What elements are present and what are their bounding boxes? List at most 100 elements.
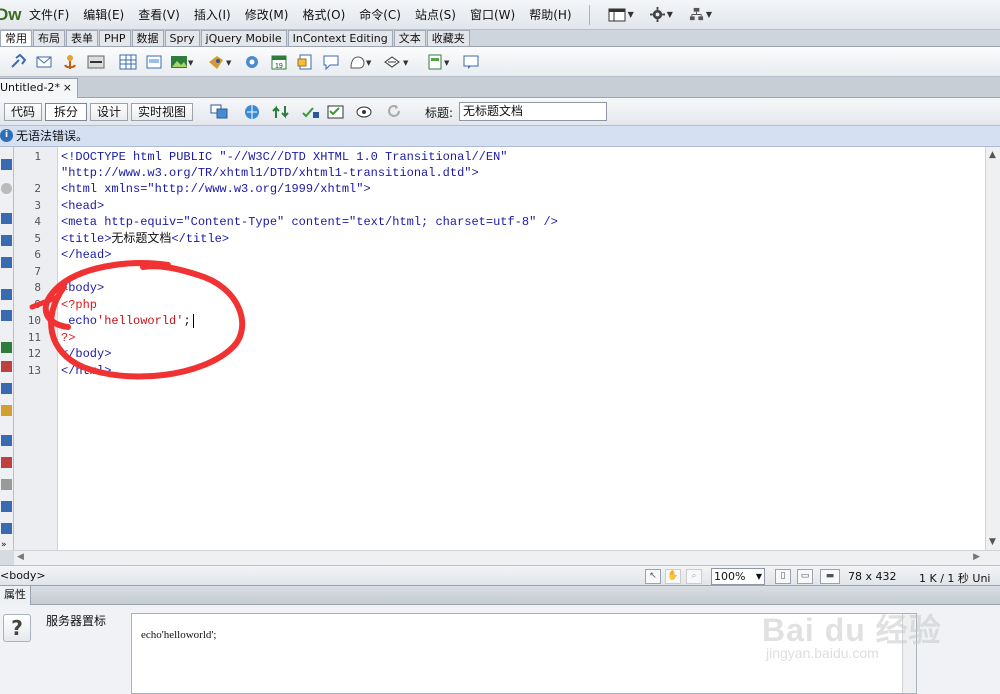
menu-insert[interactable]: 插入(I) <box>187 0 238 30</box>
code-editor[interactable]: <!DOCTYPE html PUBLIC "-//W3C//DTD XHTML… <box>29 147 985 550</box>
code-line-1-cont: "http://www.w3.org/TR/xhtml1/DTD/xhtml1-… <box>61 166 479 180</box>
tab-layout[interactable]: 布局 <box>33 30 65 46</box>
script-dropdown-icon[interactable]: ▼ <box>403 59 408 67</box>
menu-file[interactable]: 文件(F) <box>22 0 76 30</box>
scroll-right-icon[interactable]: ▶ <box>973 552 980 562</box>
document-tab[interactable]: Untitled-2* × <box>0 78 78 98</box>
title-label: 标题: <box>425 106 454 120</box>
line-number: 1 <box>34 150 41 163</box>
desktop-size-icon[interactable]: ▬ <box>820 569 840 584</box>
code-line-4: <meta http-equiv="Content-Type" content=… <box>61 215 558 229</box>
insert-bar-icons: ▼ ▼ 19 ▼ ▼ ▼ <box>0 47 1000 77</box>
wrap-tag-icon[interactable] <box>1 479 12 490</box>
scroll-left-icon[interactable]: ◀ <box>17 552 24 562</box>
server-markup-code: echo'helloworld'; <box>141 629 217 641</box>
apply-comment-icon[interactable] <box>1 435 12 446</box>
tab-spry[interactable]: Spry <box>164 30 200 46</box>
tab-php[interactable]: PHP <box>99 30 131 46</box>
syntax-coloring-icon[interactable] <box>1 405 12 416</box>
menu-divider <box>588 4 590 25</box>
document-tab-bar: Untitled-2* × <box>0 77 1000 98</box>
menu-edit[interactable]: 编辑(E) <box>76 0 131 30</box>
multiscreen-icon[interactable] <box>210 104 228 120</box>
server-side-include-icon[interactable] <box>296 53 314 71</box>
menu-view[interactable]: 查看(V) <box>131 0 187 30</box>
email-link-icon[interactable] <box>35 53 53 71</box>
images-icon[interactable] <box>170 53 188 71</box>
red-circle-annotation <box>29 260 246 380</box>
tag-selector[interactable]: <body> <box>0 569 46 582</box>
scroll-down-icon[interactable]: ▼ <box>989 537 996 547</box>
phone-size-icon[interactable]: ▯ <box>775 569 791 584</box>
w3c-validation-icon[interactable] <box>301 104 319 120</box>
tablet-size-icon[interactable]: ▭ <box>797 569 813 584</box>
media-dropdown-icon[interactable]: ▼ <box>226 59 231 67</box>
file-management-icon[interactable] <box>272 104 289 120</box>
site-icon[interactable]: ▼ <box>681 7 720 22</box>
move-css-icon[interactable] <box>1 523 12 534</box>
images-dropdown-icon[interactable]: ▼ <box>188 59 193 67</box>
menu-modify[interactable]: 修改(M) <box>238 0 296 30</box>
widget-icon[interactable] <box>243 53 261 71</box>
menu-format[interactable]: 格式(O) <box>295 0 352 30</box>
tab-data[interactable]: 数据 <box>131 30 164 46</box>
head-dropdown-icon[interactable]: ▼ <box>366 59 371 67</box>
code-line-5: <title>无标题文档</title> <box>61 231 229 247</box>
dreamweaver-window: Dw 文件(F) 编辑(E) 查看(V) 插入(I) 修改(M) 格式(O) 命… <box>0 0 1000 694</box>
script-icon[interactable] <box>383 53 401 71</box>
templates-dropdown-icon[interactable]: ▼ <box>444 59 449 67</box>
close-icon[interactable]: × <box>63 79 72 97</box>
line-number: 5 <box>34 232 41 245</box>
comment-icon[interactable] <box>322 53 340 71</box>
menu-bar: Dw 文件(F) 编辑(E) 查看(V) 插入(I) 修改(M) 格式(O) 命… <box>0 0 1000 30</box>
scroll-up-icon[interactable]: ▲ <box>989 150 996 160</box>
browser-preview-icon[interactable] <box>244 104 261 120</box>
recent-snippets-icon[interactable] <box>1 501 12 512</box>
horizontal-scrollbar[interactable]: ◀ ▶ <box>14 550 1000 565</box>
menu-window[interactable]: 窗口(W) <box>463 0 522 30</box>
horizontal-rule-icon[interactable] <box>87 53 105 71</box>
menu-commands[interactable]: 命令(C) <box>352 0 408 30</box>
tab-favorites[interactable]: 收藏夹 <box>426 30 470 46</box>
help-button[interactable]: ? <box>3 614 31 642</box>
title-text: 无标题文档 <box>111 232 172 246</box>
tab-incontext-editing[interactable]: InContext Editing <box>287 30 393 46</box>
menu-help[interactable]: 帮助(H) <box>522 0 578 30</box>
word-wrap-icon[interactable] <box>1 383 12 394</box>
gear-icon[interactable]: ▼ <box>642 7 681 22</box>
insert-div-icon[interactable] <box>145 53 163 71</box>
properties-tab[interactable]: 属性 <box>0 586 31 605</box>
select-tool-icon[interactable]: ↖ <box>645 569 661 584</box>
head-icon[interactable] <box>348 53 366 71</box>
syntax-status-text: 无语法错误。 <box>16 129 89 143</box>
zoom-select[interactable]: 100% ▼ <box>711 568 765 585</box>
visual-aids-icon[interactable] <box>356 104 373 120</box>
code-line-3: <head> <box>61 199 105 213</box>
media-icon[interactable] <box>207 53 225 71</box>
date-icon[interactable]: 19 <box>270 53 288 71</box>
live-view-button[interactable]: 实时视图 <box>131 103 193 121</box>
tab-common[interactable]: 常用 <box>0 30 32 46</box>
vertical-scrollbar[interactable]: ▲ ▼ <box>985 147 1000 550</box>
code-view-button[interactable]: 代码 <box>4 103 42 121</box>
title-input[interactable]: 无标题文档 <box>459 102 607 121</box>
hyperlink-icon[interactable] <box>9 53 27 71</box>
templates-icon[interactable] <box>426 53 444 71</box>
split-view-button[interactable]: 拆分 <box>45 103 87 121</box>
layout-icon[interactable]: ▼ <box>600 8 642 22</box>
tag-chooser-icon[interactable] <box>462 53 480 71</box>
named-anchor-icon[interactable] <box>61 53 79 71</box>
browser-compatibility-icon[interactable] <box>327 104 344 120</box>
design-view-button[interactable]: 设计 <box>90 103 128 121</box>
tab-forms[interactable]: 表单 <box>66 30 98 46</box>
remove-comment-icon[interactable] <box>1 457 12 468</box>
refresh-icon[interactable] <box>386 104 403 120</box>
tab-jquery-mobile[interactable]: jQuery Mobile <box>200 30 287 46</box>
more-tools-icon[interactable]: » <box>1 541 12 552</box>
menu-site[interactable]: 站点(S) <box>408 0 463 30</box>
tab-text[interactable]: 文本 <box>393 30 426 46</box>
hand-tool-icon[interactable]: ✋ <box>665 569 681 584</box>
table-icon[interactable] <box>119 53 137 71</box>
zoom-tool-icon[interactable]: ⌕ <box>686 569 702 584</box>
window-size[interactable]: 78 x 432 <box>848 570 897 583</box>
